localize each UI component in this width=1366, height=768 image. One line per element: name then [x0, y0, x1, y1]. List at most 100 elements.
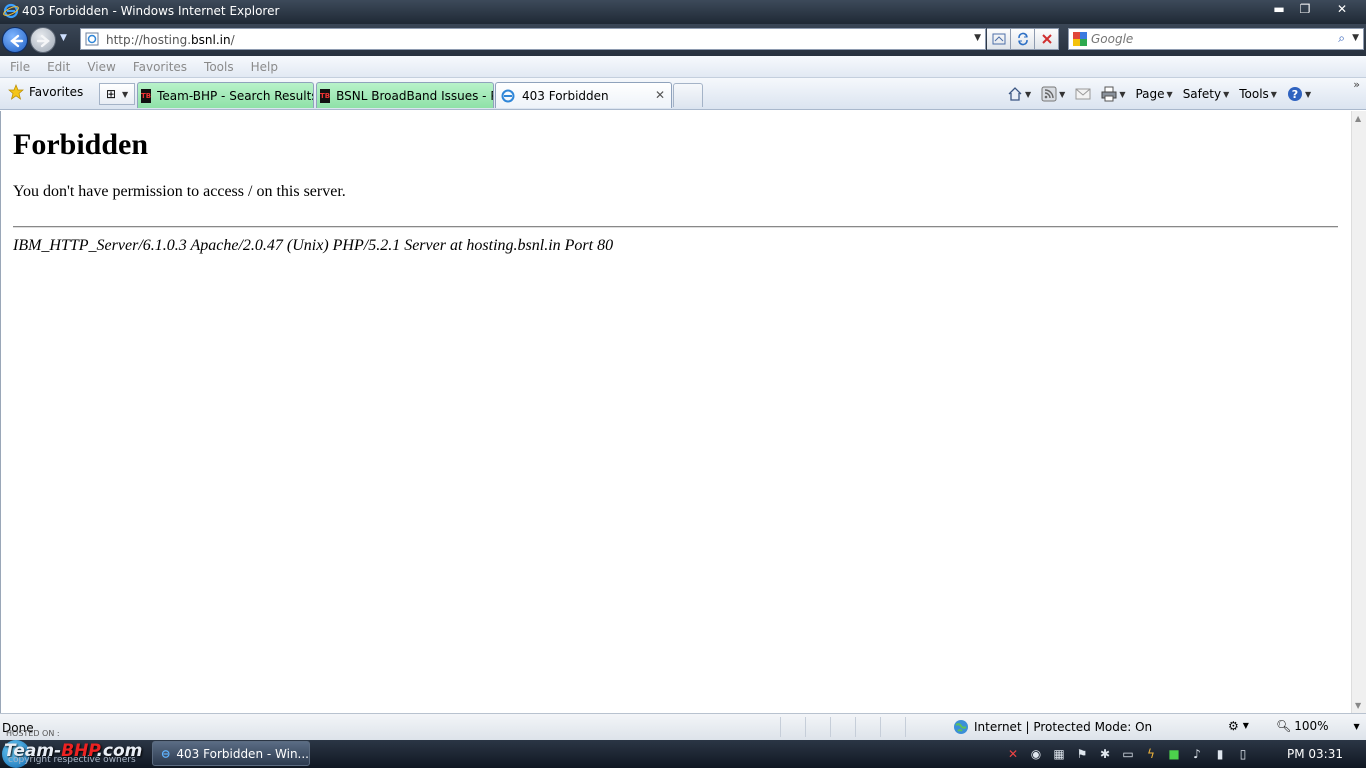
- menu-tools[interactable]: Tools: [194, 60, 241, 74]
- help-icon: ?: [1287, 87, 1302, 101]
- page-dropdown-icon: ▼: [1166, 89, 1173, 99]
- tab-team-bhp-search[interactable]: TB Team-BHP - Search Results: [137, 82, 314, 108]
- page-menu-button[interactable]: Page ▼: [1132, 87, 1175, 101]
- print-dropdown-icon[interactable]: ▼: [1119, 90, 1125, 99]
- scroll-up-icon[interactable]: ▲: [1355, 114, 1361, 123]
- tools-dropdown-icon: ▼: [1270, 89, 1277, 99]
- navigation-bar: ▼ http://hosting.bsnl.in/ ▼ ⌕ ▼: [0, 24, 1366, 56]
- help-dropdown-icon[interactable]: ▼: [1305, 90, 1311, 99]
- back-button[interactable]: [2, 27, 28, 53]
- menu-view[interactable]: View: [77, 60, 122, 74]
- minimize-button[interactable]: ▬: [1266, 0, 1292, 18]
- refresh-icon: [1017, 32, 1028, 46]
- globe-icon: [954, 720, 968, 734]
- team-bhp-favicon-icon: TB: [141, 88, 152, 103]
- menu-edit[interactable]: Edit: [37, 60, 77, 74]
- quick-tabs-button[interactable]: ⊞ ▼: [99, 83, 135, 105]
- tab-list-dropdown-icon[interactable]: ▼: [122, 90, 128, 99]
- protected-mode-icon: ⚙: [1228, 719, 1239, 733]
- green-app-tray-icon[interactable]: ■: [1166, 746, 1182, 762]
- security-zone[interactable]: Internet | Protected Mode: On: [953, 719, 1152, 735]
- favorites-button[interactable]: Favorites: [8, 84, 83, 100]
- safety-menu-button[interactable]: Safety ▼: [1180, 87, 1233, 101]
- watermark-subtext: copyright respective owners: [8, 755, 136, 765]
- more-commands-chevron-icon[interactable]: »: [1353, 78, 1360, 91]
- tools-menu-button[interactable]: Tools ▼: [1236, 87, 1280, 101]
- taskbar: Team-BHP.com 403 Forbidden - Win... ✕ ◉ …: [0, 740, 1366, 768]
- address-url: http://hosting.bsnl.in/: [106, 33, 235, 47]
- help-menu-button[interactable]: ? ▼: [1284, 86, 1314, 102]
- zoom-control[interactable]: 🔍︎ 100% ▼: [1276, 719, 1360, 733]
- protected-mode-dropdown-icon: ▼: [1242, 721, 1249, 730]
- svg-text:?: ?: [1292, 88, 1298, 101]
- print-button[interactable]: ▼: [1098, 86, 1128, 102]
- system-tray: ✕ ◉ ▦ ⚑ ✱ ▭ ϟ ■ ♪ ▮ ▯: [1005, 745, 1251, 763]
- compatibility-view-button[interactable]: [987, 28, 1011, 50]
- home-icon: [1008, 87, 1022, 101]
- server-signature: IBM_HTTP_Server/6.1.0.3 Apache/2.0.47 (U…: [13, 237, 614, 254]
- address-dropdown-icon[interactable]: ▼: [974, 33, 981, 43]
- menu-favorites[interactable]: Favorites: [123, 60, 194, 74]
- feeds-button[interactable]: ▼: [1038, 86, 1068, 102]
- scroll-down-icon[interactable]: ▼: [1355, 701, 1361, 710]
- home-button[interactable]: ▼: [1004, 86, 1034, 102]
- display-tray-icon[interactable]: ▭: [1120, 746, 1136, 762]
- title-bar: 403 Forbidden - Windows Internet Explore…: [0, 0, 1366, 24]
- menu-help[interactable]: Help: [241, 60, 285, 74]
- search-options-dropdown-icon[interactable]: ▼: [1352, 33, 1359, 43]
- battery-icon[interactable]: ▯: [1235, 746, 1251, 762]
- google-icon: [1073, 32, 1087, 46]
- new-tab-button[interactable]: [673, 83, 703, 107]
- status-bar: Done Internet | Protected Mode: On ⚙ ▼ 🔍…: [0, 713, 1366, 740]
- mail-icon: [1075, 88, 1091, 100]
- calendar-tray-icon[interactable]: ▦: [1051, 746, 1067, 762]
- safety-menu-label: Safety: [1182, 87, 1222, 101]
- menu-file[interactable]: File: [0, 60, 37, 74]
- star-icon: [8, 84, 24, 100]
- refresh-button[interactable]: [1011, 28, 1035, 50]
- page-menu-label: Page: [1135, 87, 1165, 101]
- content-divider: [13, 226, 1338, 228]
- vertical-scrollbar[interactable]: ▲ ▼: [1351, 111, 1366, 713]
- app-tray-icon[interactable]: ◉: [1028, 746, 1044, 762]
- back-arrow-icon: [10, 34, 24, 48]
- printer-icon: [1101, 86, 1117, 102]
- page-content: Forbidden You don't have permission to a…: [0, 111, 1351, 713]
- power-tray-icon[interactable]: ϟ: [1143, 746, 1159, 762]
- action-center-flag-icon[interactable]: ⚑: [1074, 746, 1090, 762]
- recent-pages-dropdown-icon[interactable]: ▼: [60, 33, 67, 43]
- command-bar: ▼ ▼ ▼ Page ▼ Safety ▼ Tools ▼ ? ▼: [1004, 83, 1314, 105]
- tab-label: BSNL BroadBand Issues - P...: [336, 88, 494, 103]
- restore-button[interactable]: ❐: [1292, 0, 1318, 18]
- bluetooth-icon[interactable]: ✱: [1097, 746, 1113, 762]
- tab-403-forbidden[interactable]: 403 Forbidden ✕: [495, 82, 672, 108]
- page-heading: Forbidden: [13, 128, 149, 161]
- tab-bsnl-broadband[interactable]: TB BSNL BroadBand Issues - P...: [316, 82, 494, 108]
- close-tab-icon[interactable]: ✕: [655, 88, 665, 102]
- stop-icon: [1041, 34, 1052, 44]
- address-bar[interactable]: http://hosting.bsnl.in/ ▼: [80, 28, 986, 50]
- taskbar-clock[interactable]: PM 03:31: [1287, 747, 1343, 761]
- read-mail-button[interactable]: [1072, 87, 1094, 101]
- window-title: 403 Forbidden - Windows Internet Explore…: [22, 4, 280, 18]
- ie-page-icon: [501, 89, 515, 102]
- favorites-label: Favorites: [29, 85, 84, 99]
- forward-arrow-icon: [36, 34, 50, 48]
- antivirus-icon[interactable]: ✕: [1005, 746, 1021, 762]
- status-panes: [780, 717, 930, 737]
- address-tools: [987, 28, 1059, 50]
- search-input[interactable]: [1091, 31, 1311, 47]
- forward-button[interactable]: [30, 27, 56, 53]
- home-dropdown-icon[interactable]: ▼: [1025, 90, 1031, 99]
- close-button[interactable]: ✕: [1318, 0, 1366, 18]
- search-box: ⌕ ▼: [1068, 28, 1364, 50]
- taskbar-ie-window-button[interactable]: 403 Forbidden - Win...: [152, 741, 310, 766]
- safety-dropdown-icon: ▼: [1223, 89, 1230, 99]
- volume-icon[interactable]: ♪: [1189, 746, 1205, 762]
- search-icon[interactable]: ⌕: [1338, 31, 1345, 46]
- feeds-dropdown-icon[interactable]: ▼: [1059, 90, 1065, 99]
- tab-label: Team-BHP - Search Results: [157, 88, 314, 103]
- network-signal-icon[interactable]: ▮: [1212, 746, 1228, 762]
- stop-button[interactable]: [1035, 28, 1059, 50]
- protected-mode-indicator[interactable]: ⚙ ▼: [1228, 719, 1249, 733]
